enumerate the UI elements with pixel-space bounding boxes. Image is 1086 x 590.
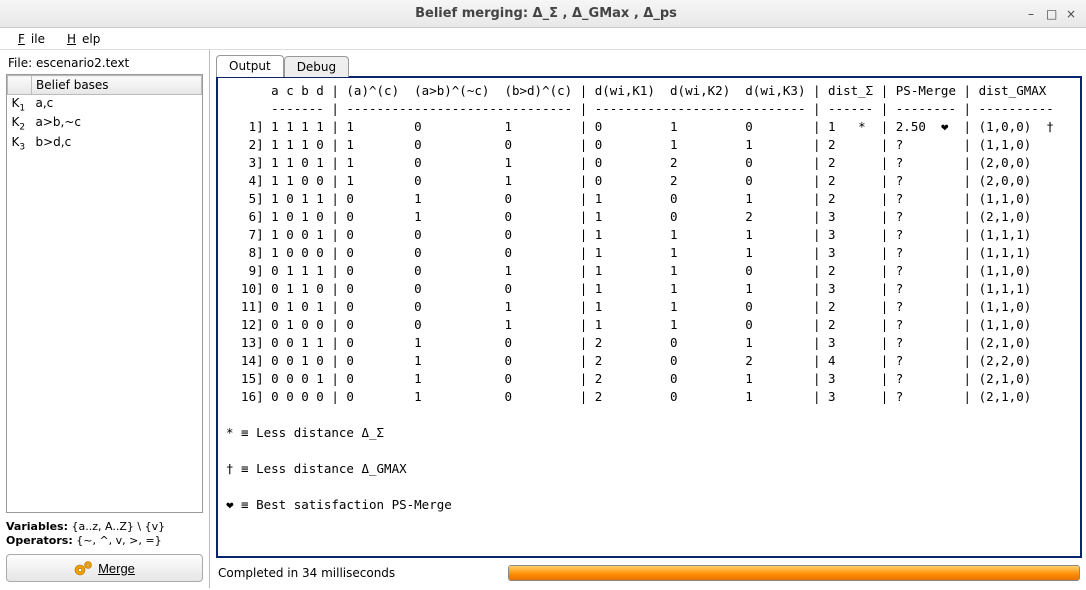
menu-file[interactable]: File [6,30,51,48]
status-bar: Completed in 34 milliseconds [216,562,1082,584]
output-text: a c b d | (a)^(c) (a>b)^(~c) (b>d)^(c) |… [226,82,1072,514]
bb-col-index[interactable] [8,76,32,95]
vars-value: {a..z, A..Z} \ {v} [68,520,165,533]
window-maximize-button[interactable]: □ [1046,7,1056,21]
file-label: File: escenario2.text [6,54,203,74]
tab-debug[interactable]: Debug [284,56,349,77]
vars-label: Variables: [6,520,68,533]
window-titlebar: Belief merging: Δ_Σ , Δ_GMax , Δ_ps – □ … [0,0,1086,28]
bb-content: a>b,~c [32,114,202,133]
bb-key: K3 [8,134,32,153]
ops-label: Operators: [6,534,73,547]
menubar: File Help [0,28,1086,50]
tab-bar: Output Debug [216,52,1082,76]
bb-col-header[interactable]: Belief bases [32,76,202,95]
ops-value: {~, ^, v, >, =} [73,534,162,547]
table-row[interactable]: K1a,c [8,95,202,115]
bb-key: K2 [8,114,32,133]
tab-output[interactable]: Output [216,55,284,77]
bb-content: b>d,c [32,134,202,153]
window-minimize-button[interactable]: – [1026,7,1036,21]
progress-bar [508,565,1080,581]
window-title: Belief merging: Δ_Σ , Δ_GMax , Δ_ps [66,6,1026,21]
window-close-button[interactable]: × [1066,7,1076,21]
belief-bases-table[interactable]: Belief bases K1a,cK2a>b,~cK3b>d,c [6,74,203,513]
merge-button[interactable]: Merge [6,554,203,582]
sidebar: File: escenario2.text Belief bases K1a,c… [0,50,210,588]
gears-icon [74,561,92,575]
merge-button-label: Merge [98,561,135,576]
bb-key: K1 [8,95,32,115]
table-row[interactable]: K2a>b,~c [8,114,202,133]
menu-help[interactable]: Help [55,30,106,48]
syntax-help: Variables: {a..z, A..Z} \ {v} Operators:… [6,519,203,548]
output-panel[interactable]: a c b d | (a)^(c) (a>b)^(~c) (b>d)^(c) |… [216,76,1082,558]
bb-content: a,c [32,95,202,115]
status-message: Completed in 34 milliseconds [218,566,498,580]
table-row[interactable]: K3b>d,c [8,134,202,153]
